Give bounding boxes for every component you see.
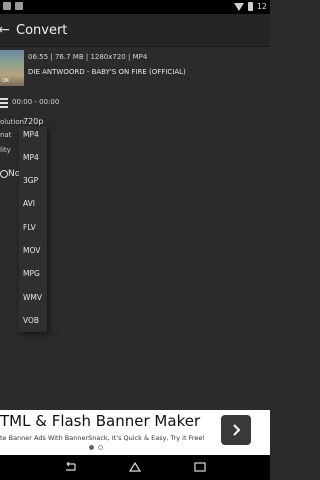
- app-bar: ← Convert: [0, 14, 270, 47]
- image-notification-icon: [3, 2, 11, 10]
- pager-dot-active: [89, 445, 94, 450]
- format-option[interactable]: MP4: [23, 153, 39, 162]
- page-title: Convert: [16, 22, 68, 38]
- video-title: DIE ANTWOORD - BABY'S ON FIRE (OFFICIAL): [28, 68, 186, 76]
- thumbnail-caption: OK: [2, 78, 10, 84]
- ad-title: TML & Flash Banner Maker: [0, 412, 201, 430]
- wifi-icon: [233, 2, 244, 11]
- pager-dot: [98, 445, 103, 450]
- status-bar: 12: [0, 0, 270, 14]
- format-option[interactable]: MPG: [23, 269, 40, 278]
- battery-icon: [247, 2, 253, 11]
- chevron-right-icon: [233, 424, 241, 436]
- recents-nav-icon[interactable]: [193, 461, 207, 473]
- back-nav-icon[interactable]: [63, 461, 77, 473]
- quality-label: lity: [0, 146, 11, 154]
- video-info: OK 06:55 | 76.7 MB | 1280x720 | MP4 DIE …: [0, 50, 270, 86]
- format-option[interactable]: MOV: [23, 246, 40, 255]
- status-time: 12: [256, 2, 267, 11]
- system-nav-bar: [0, 455, 270, 480]
- ad-next-button[interactable]: [221, 415, 251, 445]
- settings-icon: [0, 170, 8, 178]
- home-nav-icon[interactable]: [128, 461, 142, 473]
- ad-subtitle: te Banner Ads With BannerSnack, It's Qui…: [0, 434, 205, 442]
- format-option[interactable]: AVI: [23, 199, 35, 208]
- resolution-value[interactable]: 720p: [23, 117, 43, 126]
- format-dropdown[interactable]: MP4 MP4 3GP AVI FLV MOV MPG WMV VOB: [19, 126, 47, 332]
- ad-banner[interactable]: TML & Flash Banner Maker te Banner Ads W…: [0, 410, 270, 455]
- format-label: nat: [0, 131, 12, 139]
- trim-range: 00:00 - 00:00: [12, 98, 60, 106]
- format-option[interactable]: FLV: [23, 223, 36, 232]
- format-option[interactable]: 3GP: [23, 176, 38, 185]
- video-meta: 06:55 | 76.7 MB | 1280x720 | MP4: [28, 53, 148, 61]
- format-option[interactable]: MP4: [23, 130, 39, 139]
- format-option[interactable]: VOB: [23, 316, 39, 325]
- ad-pager: [89, 445, 103, 450]
- video-thumbnail: OK: [0, 50, 24, 86]
- format-option[interactable]: WMV: [23, 293, 42, 302]
- back-arrow-icon[interactable]: ←: [0, 14, 12, 46]
- download-notification-icon: [15, 2, 23, 10]
- trim-row[interactable]: 00:00 - 00:00: [0, 96, 270, 110]
- sliders-icon: [0, 97, 8, 108]
- resolution-label: olution: [0, 118, 25, 126]
